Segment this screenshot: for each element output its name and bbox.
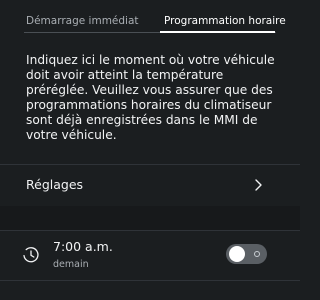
divider bbox=[0, 280, 300, 281]
schedule-description: Indiquez ici le moment où votre véhicule… bbox=[26, 53, 275, 143]
settings-row[interactable]: Réglages bbox=[0, 164, 300, 206]
active-tab-indicator bbox=[160, 31, 275, 33]
toggle-off-indicator bbox=[254, 251, 260, 257]
timer-day: demain bbox=[53, 259, 89, 270]
tab-immediate-start[interactable]: Démarrage immédiat bbox=[26, 15, 139, 27]
timer-row[interactable]: 7:00 a.m. demain bbox=[0, 230, 300, 280]
settings-label: Réglages bbox=[26, 177, 84, 192]
toggle-knob bbox=[229, 246, 245, 262]
clock-icon bbox=[23, 247, 39, 263]
section-gap bbox=[0, 206, 300, 230]
chevron-right-icon bbox=[255, 179, 262, 191]
timer-toggle[interactable] bbox=[226, 244, 267, 264]
tab-bar: Démarrage immédiat Programmation horaire bbox=[0, 0, 300, 36]
timer-time: 7:00 a.m. bbox=[53, 239, 113, 254]
tab-time-schedule[interactable]: Programmation horaire bbox=[164, 15, 286, 27]
